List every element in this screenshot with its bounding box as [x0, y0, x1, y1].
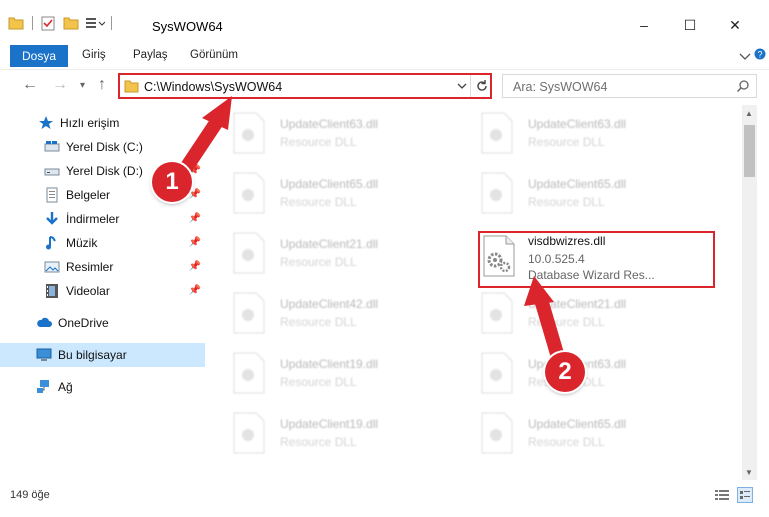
annotation-arrowhead-2 [524, 276, 554, 306]
annotation-badge-1: 1 [152, 162, 192, 202]
annotation-badge-2: 2 [545, 352, 585, 392]
annotation-arrows [179, 96, 567, 371]
